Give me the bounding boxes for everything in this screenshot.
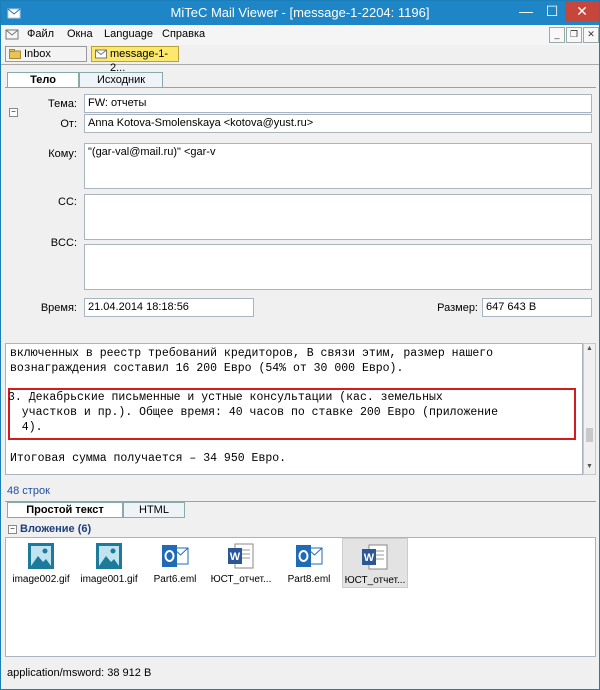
mail-icon	[5, 29, 19, 40]
from-label: От:	[60, 118, 77, 130]
collapse-attachments-toggle[interactable]: −	[8, 525, 17, 534]
menu-bar: Файл Окна Language Справка _ ❐ ✕	[1, 25, 599, 45]
mdi-minimize-button[interactable]: _	[549, 27, 565, 43]
attachment-item-selected[interactable]: W ЮСТ_отчет...	[342, 538, 408, 588]
envelope-icon	[95, 49, 107, 59]
attachment-item[interactable]: W ЮСТ_отчет...	[208, 538, 274, 588]
svg-text:W: W	[364, 552, 375, 564]
scroll-thumb[interactable]	[586, 428, 593, 442]
time-label: Время:	[40, 302, 77, 314]
attachment-name: ЮСТ_отчет...	[210, 574, 272, 585]
outlook-icon	[162, 545, 189, 567]
to-field[interactable]: "(gar-val@mail.ru)" <gar-v	[84, 143, 592, 189]
document-tabs: Inbox message-1-2...	[1, 45, 599, 74]
subject-field[interactable]: FW: отчеты	[84, 94, 592, 113]
attachment-item[interactable]: Part8.eml	[276, 538, 342, 588]
attachment-name: image001.gif	[80, 574, 138, 585]
mdi-close-button[interactable]: ✕	[583, 27, 599, 43]
app-window: MiTeC Mail Viewer - [message-1-2204: 119…	[0, 0, 600, 690]
minimize-button[interactable]: —	[513, 1, 539, 21]
time-field[interactable]: 21.04.2014 18:18:56	[84, 298, 254, 317]
image-icon	[28, 543, 54, 569]
attachments-title: Вложение (6)	[20, 523, 92, 535]
image-icon	[96, 543, 122, 569]
attachments-list: image002.gif image001.gif Part6.eml W ЮС…	[5, 537, 596, 657]
header-panel: − Тема: FW: отчеты От: Anna Kotova-Smole…	[5, 87, 596, 342]
close-button[interactable]: ✕	[565, 1, 599, 21]
scroll-down-icon[interactable]: ▼	[585, 463, 594, 473]
menu-file[interactable]: Файл	[27, 28, 54, 40]
menu-help[interactable]: Справка	[162, 28, 205, 40]
attachment-name: ЮСТ_отчет...	[344, 575, 406, 586]
tab-html[interactable]: HTML	[123, 502, 185, 518]
menu-language[interactable]: Language	[104, 28, 153, 40]
body-line: включенных в реестр требований кредиторо…	[10, 347, 494, 360]
scroll-up-icon[interactable]: ▲	[585, 345, 594, 355]
tab-plain-text[interactable]: Простой текст	[7, 502, 123, 518]
attachment-name: Part8.eml	[287, 574, 331, 585]
attachment-name: image002.gif	[12, 574, 70, 585]
status-text: application/msword: 38 912 B	[7, 667, 152, 679]
title-bar: MiTeC Mail Viewer - [message-1-2204: 119…	[1, 1, 599, 25]
folder-icon	[9, 49, 21, 59]
maximize-button[interactable]: ☐	[539, 1, 565, 21]
word-icon: W	[362, 544, 388, 570]
tab-inbox[interactable]: Inbox	[5, 46, 87, 62]
menu-windows[interactable]: Окна	[67, 28, 93, 40]
size-field[interactable]: 647 643 B	[482, 298, 592, 317]
tab-source[interactable]: Исходник	[79, 72, 163, 88]
body-scrollbar[interactable]: ▲ ▼	[583, 343, 596, 475]
bcc-label: BCC:	[50, 237, 77, 249]
to-label: Кому:	[48, 148, 77, 160]
line-count: 48 строк	[7, 485, 50, 497]
message-body[interactable]: включенных в реестр требований кредиторо…	[5, 343, 583, 475]
word-icon: W	[228, 543, 254, 569]
bcc-field[interactable]	[84, 244, 592, 290]
tab-message[interactable]: message-1-2...	[91, 46, 179, 74]
body-line: Итоговая сумма получается – 34 950 Евро.	[10, 452, 287, 465]
from-field[interactable]: Anna Kotova-Smolenskaya <kotova@yust.ru>	[84, 114, 592, 133]
message-view: Тело Исходник − Тема: FW: отчеты От: Ann…	[5, 71, 596, 686]
attachment-name: Part6.eml	[153, 574, 197, 585]
cc-label: CC:	[58, 196, 77, 208]
body-line: 3. Декабрьские письменные и устные консу…	[8, 391, 443, 404]
attachment-item[interactable]: Part6.eml	[142, 538, 208, 588]
attachments-header[interactable]: − Вложение (6)	[5, 521, 596, 537]
mdi-restore-button[interactable]: ❐	[566, 27, 582, 43]
format-tabs: Простой текст HTML	[5, 501, 596, 518]
tab-inbox-label: Inbox	[24, 48, 51, 60]
tab-body[interactable]: Тело	[7, 72, 79, 88]
attachment-item[interactable]: image002.gif	[8, 538, 74, 588]
cc-field[interactable]	[84, 194, 592, 240]
window-title: MiTeC Mail Viewer - [message-1-2204: 119…	[170, 5, 430, 20]
body-line: вознаграждения составил 16 200 Евро (54%…	[10, 362, 404, 375]
svg-text:W: W	[230, 551, 241, 563]
subject-label: Тема:	[48, 98, 77, 110]
body-line: участков и пр.). Общее время: 40 часов п…	[8, 406, 498, 419]
outlook-icon	[296, 545, 323, 567]
status-bar: application/msword: 38 912 B	[5, 665, 596, 681]
attachment-item[interactable]: image001.gif	[76, 538, 142, 588]
body-line: 4).	[8, 421, 43, 434]
size-label: Размер:	[437, 302, 478, 314]
